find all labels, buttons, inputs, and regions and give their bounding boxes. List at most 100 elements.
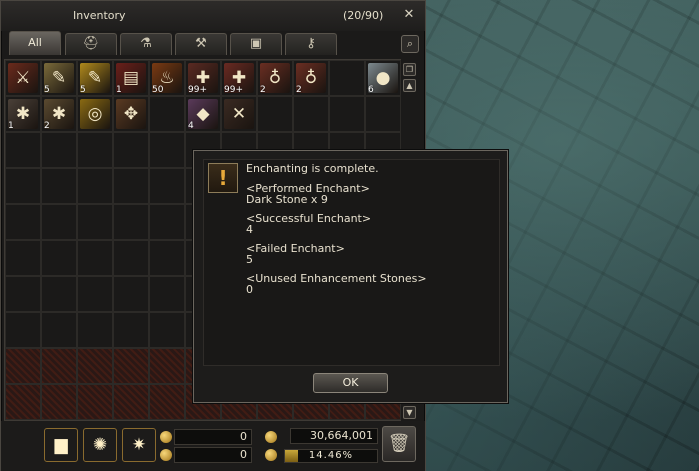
item-stack-count: 99+ <box>224 85 243 95</box>
expand-window-icon[interactable]: ❐ <box>403 63 416 76</box>
ok-button[interactable]: OK <box>313 373 388 393</box>
silver-icon <box>265 431 277 443</box>
inventory-slot[interactable]: ◆ 4 <box>185 96 221 132</box>
search-icon[interactable]: ⌕ <box>401 35 419 53</box>
inventory-slot[interactable] <box>77 240 113 276</box>
inventory-slot[interactable]: ✱ 1 <box>5 96 41 132</box>
trash-button[interactable]: 🗑 <box>382 426 416 462</box>
tab-special[interactable]: ⚷ <box>285 33 337 55</box>
successful-enchant-label: <Successful Enchant> <box>246 212 372 225</box>
inventory-slot[interactable] <box>41 168 77 204</box>
inventory-slot[interactable] <box>77 132 113 168</box>
inventory-slot[interactable] <box>41 240 77 276</box>
inventory-slot[interactable]: ▤ 1 <box>113 60 149 96</box>
item-stack-count: 2 <box>44 121 50 131</box>
scroll-up-icon[interactable]: ▲ <box>403 79 416 92</box>
item-stack-count: 50 <box>152 85 164 95</box>
locked-slot[interactable] <box>77 348 113 384</box>
inventory-slot[interactable]: ◎ <box>77 96 113 132</box>
tab-equipment[interactable]: ⛑ <box>65 33 117 55</box>
anvil-button[interactable]: ▆ <box>44 428 78 462</box>
inventory-titlebar[interactable]: Inventory (20/90) ✕ <box>1 1 425 31</box>
inventory-slot[interactable] <box>293 96 329 132</box>
inventory-slot[interactable]: ✎ 5 <box>77 60 113 96</box>
inventory-slot[interactable]: ✕ <box>221 96 257 132</box>
sparkle-button[interactable]: ✷ <box>122 428 156 462</box>
inventory-slot[interactable] <box>329 60 365 96</box>
inventory-slot[interactable]: ✱ 2 <box>41 96 77 132</box>
inventory-slot[interactable] <box>257 96 293 132</box>
inventory-slot[interactable] <box>77 204 113 240</box>
inventory-slot[interactable]: ✚ 99+ <box>185 60 221 96</box>
anvil-icon: ▆ <box>54 435 68 455</box>
inventory-slot[interactable]: ✚ 99+ <box>221 60 257 96</box>
inventory-slot[interactable]: ♁ 2 <box>257 60 293 96</box>
inventory-slot[interactable] <box>149 276 185 312</box>
inventory-slot[interactable] <box>5 168 41 204</box>
inventory-slot[interactable] <box>113 132 149 168</box>
inventory-slot[interactable] <box>41 132 77 168</box>
item-stack-count: 1 <box>116 85 122 95</box>
inventory-slot[interactable] <box>5 312 41 348</box>
tab-all[interactable]: All <box>9 31 61 55</box>
inventory-slot[interactable] <box>365 96 401 132</box>
inventory-slot[interactable] <box>5 276 41 312</box>
unused-stones-label: <Unused Enhancement Stones> <box>246 272 427 285</box>
inventory-tabs: All ⛑ ⚗ ⚒ ▣ ⚷ <box>9 31 409 57</box>
inventory-slot[interactable] <box>149 312 185 348</box>
item-stack-count: 5 <box>44 85 50 95</box>
inventory-slot[interactable]: ✥ <box>113 96 149 132</box>
inventory-slot[interactable] <box>329 96 365 132</box>
locked-slot[interactable] <box>113 384 149 420</box>
inventory-slot[interactable] <box>77 312 113 348</box>
gold-coins-icon: ◎ <box>80 99 110 129</box>
scroll-down-icon[interactable]: ▼ <box>403 406 416 419</box>
inventory-slot[interactable] <box>41 204 77 240</box>
inventory-slot-count: (20/90) <box>343 9 384 22</box>
locked-slot[interactable] <box>149 384 185 420</box>
locked-slot[interactable] <box>5 384 41 420</box>
inventory-slot[interactable] <box>113 204 149 240</box>
close-icon[interactable]: ✕ <box>401 7 417 23</box>
inventory-slot[interactable] <box>113 168 149 204</box>
inventory-slot[interactable] <box>149 204 185 240</box>
locked-slot[interactable] <box>113 348 149 384</box>
inventory-slot[interactable] <box>77 168 113 204</box>
inventory-slot[interactable] <box>5 132 41 168</box>
tab-all-label: All <box>28 36 42 49</box>
inventory-slot[interactable]: ● 6 <box>365 60 401 96</box>
flame-swirl-button[interactable]: ✺ <box>83 428 117 462</box>
inventory-slot[interactable] <box>149 168 185 204</box>
inventory-slot[interactable] <box>77 276 113 312</box>
tab-consumables[interactable]: ⚗ <box>120 33 172 55</box>
locked-slot[interactable] <box>149 348 185 384</box>
inventory-slot[interactable] <box>113 276 149 312</box>
crossed-weapons-icon: ✕ <box>224 99 254 129</box>
inventory-slot[interactable] <box>149 132 185 168</box>
locked-slot[interactable] <box>41 384 77 420</box>
inventory-slot[interactable] <box>149 240 185 276</box>
inventory-slot[interactable]: ⚔ <box>5 60 41 96</box>
inventory-slot[interactable]: ✎ 5 <box>41 60 77 96</box>
locked-slot[interactable] <box>77 384 113 420</box>
inventory-slot[interactable] <box>113 312 149 348</box>
exclamation-icon: ! <box>208 163 238 193</box>
locked-slot[interactable] <box>41 348 77 384</box>
weight-icon <box>265 449 277 461</box>
locked-slot[interactable] <box>5 348 41 384</box>
inventory-slot[interactable]: ♁ 2 <box>293 60 329 96</box>
inventory-slot[interactable] <box>149 96 185 132</box>
inventory-slot[interactable] <box>41 312 77 348</box>
tab-misc[interactable]: ▣ <box>230 33 282 55</box>
silver-amount: 30,664,001 <box>290 428 378 444</box>
inventory-slot[interactable] <box>41 276 77 312</box>
inventory-slot[interactable] <box>5 240 41 276</box>
item-stack-count: 99+ <box>188 85 207 95</box>
currency-field-one: 0 <box>174 429 252 445</box>
inventory-slot[interactable]: ♨ 50 <box>149 60 185 96</box>
performed-enchant-value: Dark Stone x 9 <box>246 193 328 206</box>
tab-materials[interactable]: ⚒ <box>175 33 227 55</box>
inventory-slot[interactable] <box>5 204 41 240</box>
flame-swirl-icon: ✺ <box>92 435 108 455</box>
inventory-slot[interactable] <box>113 240 149 276</box>
